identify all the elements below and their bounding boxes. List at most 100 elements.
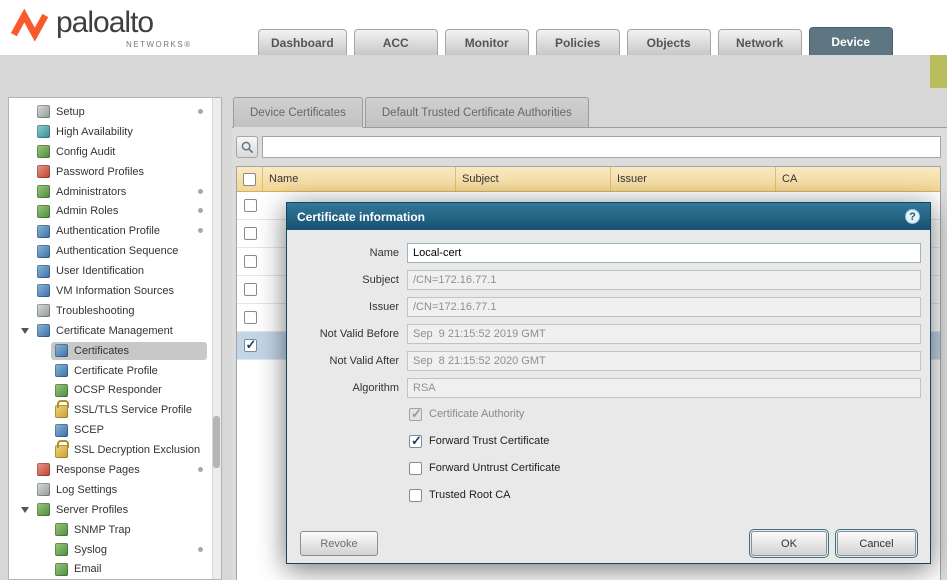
checkbox-label: Certificate Authority	[429, 408, 524, 420]
row-checkbox[interactable]	[244, 255, 257, 268]
nav-tab-monitor[interactable]: Monitor	[445, 29, 529, 55]
search-input[interactable]	[262, 136, 941, 158]
lock-icon	[55, 405, 68, 418]
field-row-not-valid-after: Not Valid After	[287, 351, 921, 371]
sidebar-scrollbar[interactable]	[212, 98, 221, 579]
ok-button[interactable]: OK	[751, 531, 827, 556]
row-checkbox-cell	[237, 283, 263, 296]
table-header: Name Subject Issuer CA	[237, 167, 940, 192]
cancel-button[interactable]: Cancel	[837, 531, 916, 556]
row-checkbox[interactable]	[244, 227, 257, 240]
forward-trust-certificate-checkbox[interactable]	[409, 435, 422, 448]
checkbox-label: Trusted Root CA	[429, 489, 511, 501]
response-pages-icon	[37, 463, 50, 476]
sidebar-item-authentication-profile[interactable]: Authentication Profile	[9, 221, 221, 241]
sidebar-item-troubleshooting[interactable]: Troubleshooting	[9, 301, 221, 321]
sidebar: Setup High Availability Config Audit Pas…	[8, 97, 222, 580]
admin-roles-icon	[37, 205, 50, 218]
column-header-subject[interactable]: Subject	[456, 167, 611, 191]
trusted-root-ca-option: Trusted Root CA	[409, 487, 511, 503]
sidebar-item-certificate-profile[interactable]: Certificate Profile	[9, 361, 221, 381]
sidebar-item-config-audit[interactable]: Config Audit	[9, 142, 221, 162]
sidebar-item-administrators[interactable]: Administrators	[9, 182, 221, 202]
sidebar-item-log-settings[interactable]: Log Settings	[9, 480, 221, 500]
sidebar-item-scep[interactable]: SCEP	[9, 420, 221, 440]
brand-name: paloalto	[56, 6, 153, 40]
nav-tab-dashboard[interactable]: Dashboard	[258, 29, 347, 55]
forward-untrust-certificate-option: Forward Untrust Certificate	[409, 460, 560, 476]
row-checkbox-cell	[237, 255, 263, 268]
column-header-issuer[interactable]: Issuer	[611, 167, 776, 191]
nav-tab-device[interactable]: Device	[809, 27, 893, 55]
sidebar-item-snmp-trap[interactable]: SNMP Trap	[9, 520, 221, 540]
column-header-ca[interactable]: CA	[776, 167, 940, 191]
sidebar-item-password-profiles[interactable]: Password Profiles	[9, 162, 221, 182]
certificate-profile-icon	[55, 364, 68, 377]
nav-tab-policies[interactable]: Policies	[536, 29, 620, 55]
sidebar-item-email[interactable]: Email	[9, 559, 221, 579]
forward-trust-certificate-option: Forward Trust Certificate	[409, 433, 549, 449]
row-checkbox-cell	[237, 311, 263, 324]
field-label: Name	[287, 247, 399, 259]
revoke-button[interactable]: Revoke	[300, 531, 378, 556]
sidebar-item-ssl-decryption-exclusion[interactable]: SSL Decryption Exclusion	[9, 440, 221, 460]
scep-icon	[55, 424, 68, 437]
troubleshooting-icon	[37, 304, 50, 317]
row-checkbox[interactable]	[244, 311, 257, 324]
help-icon[interactable]	[905, 209, 920, 224]
row-checkbox-cell	[237, 339, 263, 352]
row-checkbox-cell	[237, 227, 263, 240]
sidebar-item-server-profiles[interactable]: Server Profiles	[9, 500, 221, 520]
user-identification-icon	[37, 265, 50, 278]
field-row-not-valid-before: Not Valid Before	[287, 324, 921, 344]
sidebar-item-user-identification[interactable]: User Identification	[9, 261, 221, 281]
top-header: paloalto NETWORKS® Dashboard ACC Monitor…	[0, 0, 947, 55]
sidebar-item-ssl-tls-service-profile[interactable]: SSL/TLS Service Profile	[9, 400, 221, 420]
sidebar-item-ocsp-responder[interactable]: OCSP Responder	[9, 380, 221, 400]
sidebar-item-response-pages[interactable]: Response Pages	[9, 460, 221, 480]
sidebar-item-certificates[interactable]: Certificates	[9, 341, 221, 361]
sidebar-item-certificate-management[interactable]: Certificate Management	[9, 321, 221, 341]
nav-tab-network[interactable]: Network	[718, 29, 802, 55]
sidebar-scrollbar-thumb[interactable]	[213, 416, 220, 468]
certificate-authority-option: Certificate Authority	[409, 406, 524, 422]
not-valid-before-field	[407, 324, 921, 344]
sidebar-item-authentication-sequence[interactable]: Authentication Sequence	[9, 241, 221, 261]
select-all-checkbox[interactable]	[243, 173, 256, 186]
vm-information-sources-icon	[37, 284, 50, 297]
name-field[interactable]	[407, 243, 921, 263]
expander-icon[interactable]	[21, 507, 29, 513]
nav-tab-objects[interactable]: Objects	[627, 29, 711, 55]
search-button[interactable]	[236, 136, 258, 158]
sidebar-item-high-availability[interactable]: High Availability	[9, 122, 221, 142]
dialog-header: Certificate information	[287, 203, 930, 230]
subject-field	[407, 270, 921, 290]
row-checkbox[interactable]	[244, 199, 257, 212]
status-strip	[930, 55, 947, 88]
trusted-root-ca-checkbox[interactable]	[409, 489, 422, 502]
forward-untrust-certificate-checkbox[interactable]	[409, 462, 422, 475]
sidebar-item-admin-roles[interactable]: Admin Roles	[9, 201, 221, 221]
tab-device-certificates[interactable]: Device Certificates	[233, 97, 363, 128]
expander-icon[interactable]	[21, 328, 29, 334]
nav-tab-acc[interactable]: ACC	[354, 29, 438, 55]
algorithm-field	[407, 378, 921, 398]
email-icon	[55, 563, 68, 576]
field-label: Issuer	[287, 301, 399, 313]
field-label: Not Valid After	[287, 355, 399, 367]
issuer-field	[407, 297, 921, 317]
config-audit-icon	[37, 145, 50, 158]
certificate-icon	[55, 344, 68, 357]
row-checkbox[interactable]	[244, 339, 257, 352]
password-profiles-icon	[37, 165, 50, 178]
brand-subtitle: NETWORKS®	[126, 40, 192, 49]
field-row-algorithm: Algorithm	[287, 378, 921, 398]
sidebar-item-vm-information-sources[interactable]: VM Information Sources	[9, 281, 221, 301]
row-checkbox[interactable]	[244, 283, 257, 296]
sidebar-item-syslog[interactable]: Syslog	[9, 540, 221, 560]
column-header-name[interactable]: Name	[263, 167, 456, 191]
sidebar-item-setup[interactable]: Setup	[9, 102, 221, 122]
device-tree: Setup High Availability Config Audit Pas…	[9, 98, 221, 579]
certificate-management-icon	[37, 324, 50, 337]
tab-default-trusted-certificate-authorities[interactable]: Default Trusted Certificate Authorities	[365, 97, 589, 128]
